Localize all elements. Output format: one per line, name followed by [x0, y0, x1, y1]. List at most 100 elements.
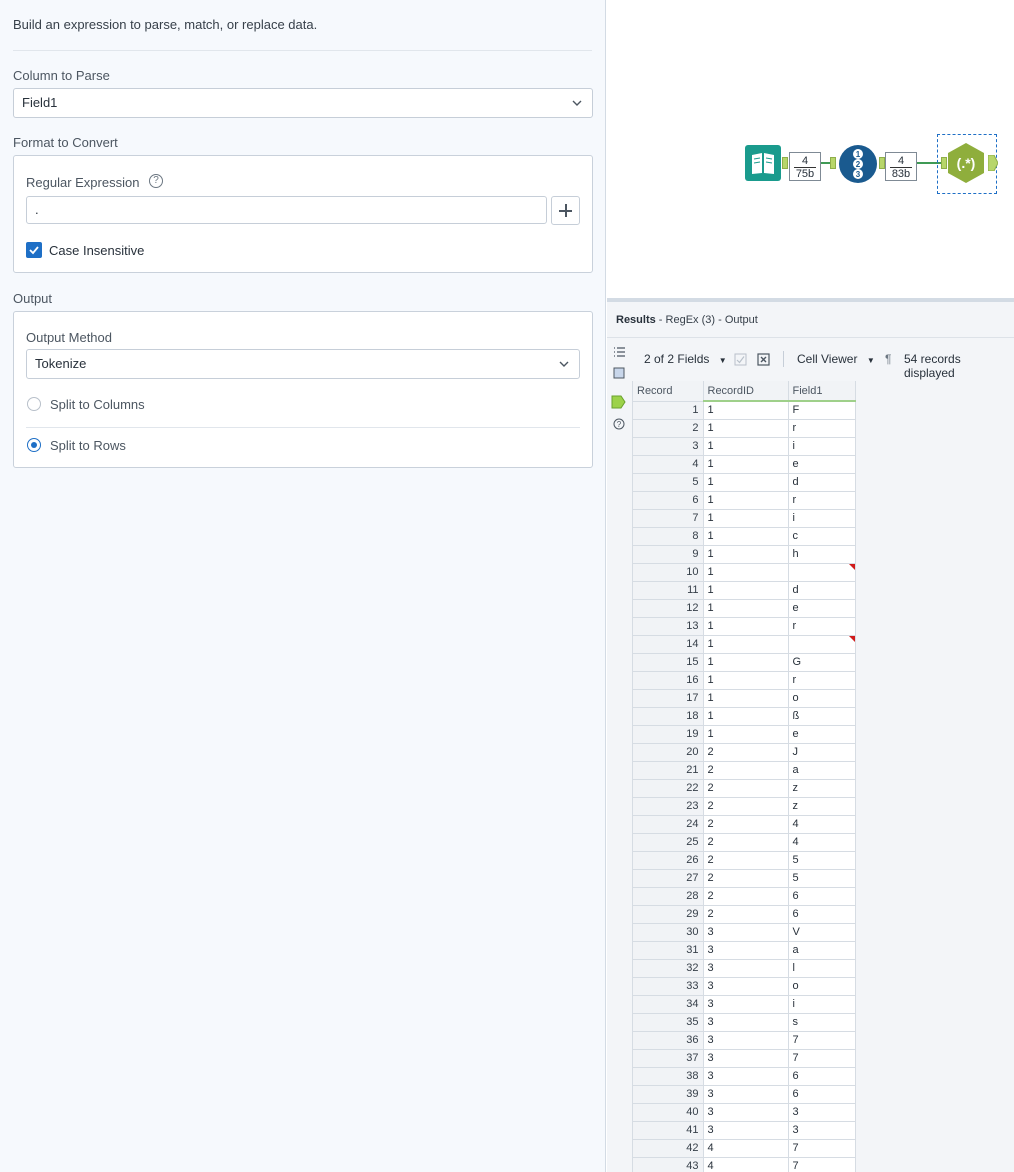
- field1-cell[interactable]: r: [788, 671, 856, 690]
- record-number-cell[interactable]: 5: [633, 473, 704, 492]
- table-row[interactable]: 61r: [633, 491, 856, 510]
- record-number-cell[interactable]: 6: [633, 491, 704, 510]
- split-to-rows-label[interactable]: Split to Rows: [50, 438, 126, 453]
- field1-cell[interactable]: [788, 635, 856, 654]
- field1-cell[interactable]: s: [788, 1013, 856, 1032]
- field1-cell[interactable]: V: [788, 923, 856, 942]
- recordid-cell[interactable]: 2: [703, 869, 789, 888]
- table-row[interactable]: 12 1 e: [633, 599, 856, 618]
- table-row[interactable]: 17 1 o: [633, 689, 856, 708]
- record-number-cell[interactable]: 1: [633, 401, 704, 420]
- cell-viewer-selector[interactable]: Cell Viewer ▼: [797, 352, 875, 366]
- record-number-cell[interactable]: 41: [633, 1121, 704, 1140]
- field1-cell[interactable]: r: [788, 617, 856, 636]
- record-number-cell[interactable]: 35: [633, 1013, 704, 1032]
- table-icon[interactable]: [613, 367, 625, 379]
- table-row[interactable]: 32 3 l: [633, 959, 856, 978]
- table-row[interactable]: 30 3 V: [633, 923, 856, 942]
- recordid-cell[interactable]: 2: [703, 887, 789, 906]
- recordid-cell[interactable]: 1: [703, 527, 789, 546]
- recordid-cell[interactable]: 4: [703, 1157, 789, 1172]
- field1-cell[interactable]: e: [788, 455, 856, 474]
- results-grid[interactable]: Record RecordID Field1 11F21r31i41e51d61…: [632, 381, 856, 1172]
- recordid-cell[interactable]: 2: [703, 797, 789, 816]
- table-row[interactable]: 22 2 z: [633, 779, 856, 798]
- input-data-tool-icon[interactable]: [745, 145, 781, 181]
- recordid-cell[interactable]: 3: [703, 1121, 789, 1140]
- table-row[interactable]: 34 3 i: [633, 995, 856, 1014]
- record-id-tool-icon[interactable]: 1 2 3: [839, 145, 877, 183]
- recordid-cell[interactable]: 4: [703, 1139, 789, 1158]
- output-anchor[interactable]: [782, 157, 788, 169]
- table-row[interactable]: 13 1 r: [633, 617, 856, 636]
- split-to-columns-label[interactable]: Split to Columns: [50, 397, 145, 412]
- workflow-canvas[interactable]: 4 75b 1 2 3 4 83b (.*): [607, 0, 1014, 298]
- record-number-cell[interactable]: 21: [633, 761, 704, 780]
- recordid-cell[interactable]: 1: [703, 455, 789, 474]
- record-number-cell[interactable]: 8: [633, 527, 704, 546]
- recordid-cell[interactable]: 3: [703, 995, 789, 1014]
- field1-cell[interactable]: e: [788, 599, 856, 618]
- field1-cell[interactable]: 6: [788, 887, 856, 906]
- field1-cell[interactable]: 6: [788, 1067, 856, 1086]
- split-to-columns-radio[interactable]: [27, 397, 41, 411]
- record-number-cell[interactable]: 40: [633, 1103, 704, 1122]
- table-row[interactable]: 36 3 7: [633, 1031, 856, 1050]
- record-number-cell[interactable]: 42: [633, 1139, 704, 1158]
- recordid-cell[interactable]: 2: [703, 761, 789, 780]
- help-icon[interactable]: ?: [613, 418, 625, 430]
- field1-cell[interactable]: i: [788, 509, 856, 528]
- pilcrow-icon[interactable]: ¶: [885, 352, 891, 366]
- field1-cell[interactable]: i: [788, 995, 856, 1014]
- recordid-cell[interactable]: 1: [703, 635, 789, 654]
- recordid-cell[interactable]: 1: [703, 599, 789, 618]
- clear-icon[interactable]: [757, 353, 770, 366]
- case-insensitive-checkbox[interactable]: [26, 242, 42, 258]
- record-number-cell[interactable]: 37: [633, 1049, 704, 1068]
- output-anchor-icon[interactable]: [611, 395, 626, 409]
- table-row[interactable]: 51d: [633, 473, 856, 492]
- record-number-cell[interactable]: 20: [633, 743, 704, 762]
- record-number-cell[interactable]: 33: [633, 977, 704, 996]
- record-number-cell[interactable]: 7: [633, 509, 704, 528]
- table-row[interactable]: 26 2 5: [633, 851, 856, 870]
- list-icon[interactable]: [613, 346, 626, 358]
- field1-cell[interactable]: 7: [788, 1157, 856, 1172]
- table-row[interactable]: 10 1: [633, 563, 856, 582]
- recordid-cell[interactable]: 3: [703, 959, 789, 978]
- recordid-cell[interactable]: 3: [703, 1031, 789, 1050]
- output-anchor[interactable]: [988, 155, 998, 171]
- add-expression-button[interactable]: [551, 196, 580, 225]
- recordid-cell[interactable]: 3: [703, 977, 789, 996]
- record-number-cell[interactable]: 9: [633, 545, 704, 564]
- record-number-cell[interactable]: 17: [633, 689, 704, 708]
- field1-cell[interactable]: 7: [788, 1049, 856, 1068]
- record-number-cell[interactable]: 28: [633, 887, 704, 906]
- table-row[interactable]: 71i: [633, 509, 856, 528]
- field1-cell[interactable]: 4: [788, 815, 856, 834]
- field1-cell[interactable]: d: [788, 581, 856, 600]
- record-number-cell[interactable]: 24: [633, 815, 704, 834]
- record-number-cell[interactable]: 39: [633, 1085, 704, 1104]
- record-number-cell[interactable]: 2: [633, 419, 704, 438]
- table-row[interactable]: 21r: [633, 419, 856, 438]
- record-number-cell[interactable]: 31: [633, 941, 704, 960]
- regular-expression-input[interactable]: .: [26, 196, 547, 224]
- table-row[interactable]: 24 2 4: [633, 815, 856, 834]
- field1-cell[interactable]: 3: [788, 1103, 856, 1122]
- record-number-cell[interactable]: 13: [633, 617, 704, 636]
- field1-cell[interactable]: c: [788, 527, 856, 546]
- table-row[interactable]: 16 1 r: [633, 671, 856, 690]
- column-header-field1[interactable]: Field1: [788, 381, 856, 402]
- recordid-cell[interactable]: 3: [703, 1013, 789, 1032]
- field1-cell[interactable]: G: [788, 653, 856, 672]
- recordid-cell[interactable]: 1: [703, 707, 789, 726]
- record-number-cell[interactable]: 23: [633, 797, 704, 816]
- table-row[interactable]: 43 4 7: [633, 1157, 856, 1172]
- table-row[interactable]: 38 3 6: [633, 1067, 856, 1086]
- field1-cell[interactable]: 5: [788, 869, 856, 888]
- field1-cell[interactable]: i: [788, 437, 856, 456]
- field1-cell[interactable]: r: [788, 491, 856, 510]
- record-number-cell[interactable]: 16: [633, 671, 704, 690]
- table-row[interactable]: 41 3 3: [633, 1121, 856, 1140]
